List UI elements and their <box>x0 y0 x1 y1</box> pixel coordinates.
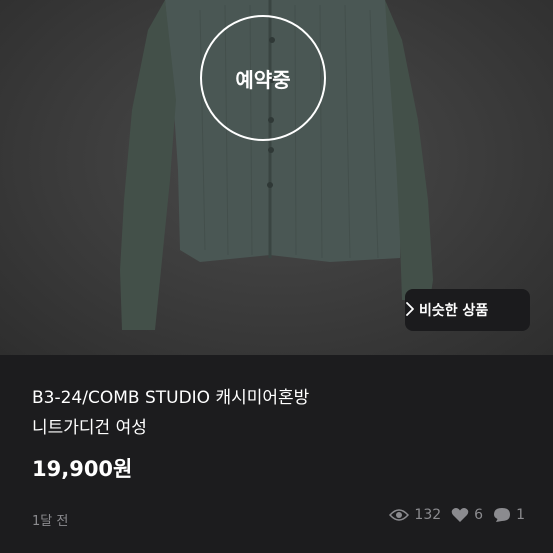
chats-stat: 1 <box>493 507 525 523</box>
product-title-line2: 니트가디건 여성 <box>32 418 147 438</box>
product-photo[interactable]: 예약중 비슷한 상품 <box>0 0 553 355</box>
views-stat: 132 <box>389 507 441 523</box>
chats-count: 1 <box>516 507 525 523</box>
product-title-line1: B3-24/COMB STUDIO 캐시미어혼방 <box>32 388 310 408</box>
product-info: B3-24/COMB STUDIO 캐시미어혼방 니트가디건 여성 19,900… <box>0 355 553 553</box>
product-stats: 132 6 1 <box>379 507 525 523</box>
similar-products-label: 비슷한 상품 <box>419 303 489 319</box>
views-count: 132 <box>414 507 442 523</box>
likes-stat: 6 <box>451 507 483 523</box>
product-price: 19,900원 <box>32 457 133 481</box>
similar-products-button[interactable]: 비슷한 상품 <box>405 289 530 331</box>
likes-count: 6 <box>474 507 484 523</box>
heart-icon <box>451 508 469 522</box>
chat-bubble-icon <box>494 508 511 522</box>
posted-time: 1달 전 <box>32 514 69 529</box>
product-title: B3-24/COMB STUDIO 캐시미어혼방 니트가디건 여성 <box>32 383 532 443</box>
eye-icon <box>389 509 410 521</box>
chevron-right-icon <box>406 302 414 316</box>
reserved-badge: 예약중 <box>200 15 326 141</box>
